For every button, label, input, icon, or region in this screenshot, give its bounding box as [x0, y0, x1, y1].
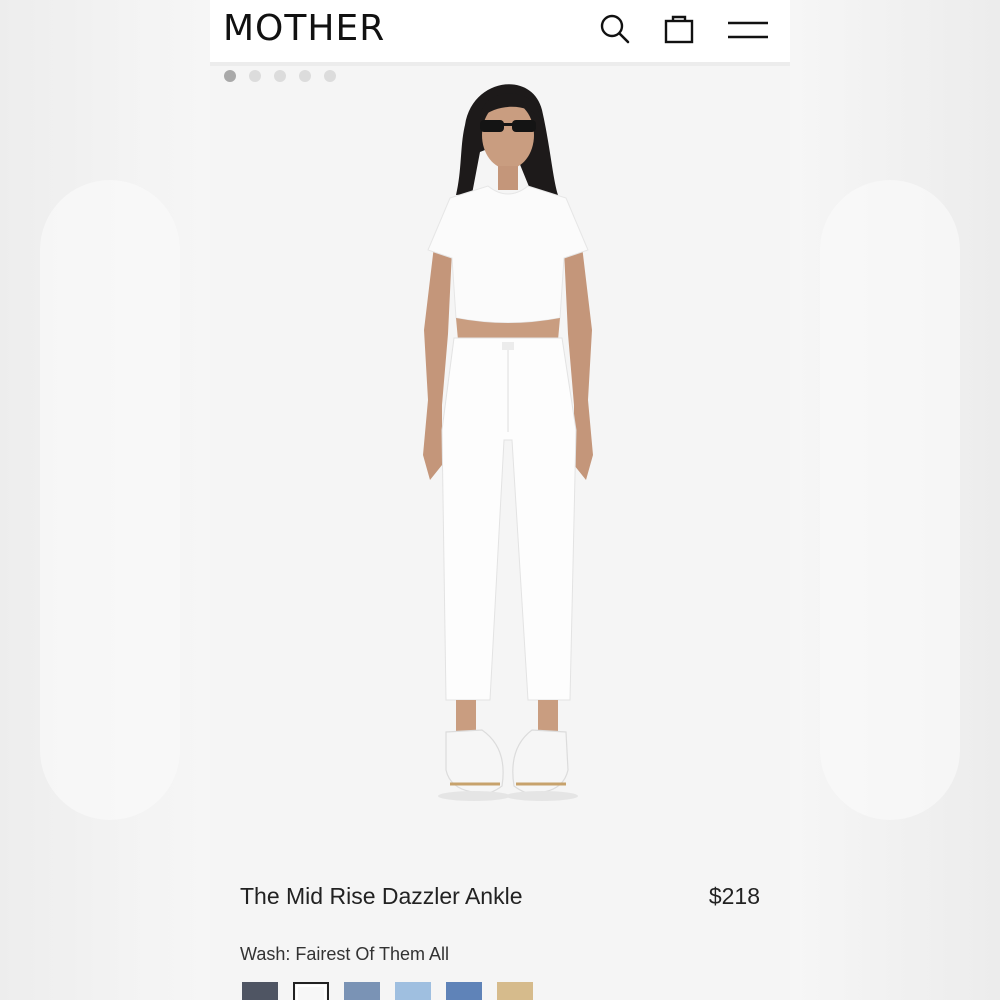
shopping-bag-icon	[664, 15, 694, 44]
product-price: $218	[708, 883, 760, 909]
gallery-dot-2[interactable]	[249, 70, 261, 82]
mobile-page: MOTHER The Mid Rise Dazzler Ankle $218 W…	[210, 0, 790, 1000]
brand-logo[interactable]: MOTHER	[223, 8, 385, 49]
gallery-pagination	[224, 70, 336, 82]
gallery-dot-5[interactable]	[324, 70, 336, 82]
search-icon	[600, 14, 630, 44]
swatch-medium-blue[interactable]	[446, 982, 482, 1000]
product-title-row: The Mid Rise Dazzler Ankle $218	[240, 883, 760, 910]
wash-swatches	[242, 982, 533, 1000]
model-figure	[423, 84, 593, 801]
background-blur-shape-left	[40, 180, 180, 820]
product-title: The Mid Rise Dazzler Ankle	[240, 883, 523, 909]
cart-button[interactable]	[662, 12, 696, 46]
gallery-dot-3[interactable]	[274, 70, 286, 82]
swatch-dark-grey[interactable]	[242, 982, 278, 1000]
gallery-dot-4[interactable]	[299, 70, 311, 82]
swatch-light-blue[interactable]	[395, 982, 431, 1000]
wash-label: Wash: Fairest Of Them All	[240, 944, 450, 964]
product-image[interactable]	[210, 70, 790, 850]
site-header: MOTHER	[210, 0, 790, 66]
hamburger-menu-icon	[728, 21, 768, 39]
search-button[interactable]	[598, 12, 632, 46]
menu-button[interactable]	[726, 12, 770, 46]
background-blur-shape-right	[820, 180, 960, 820]
swatch-tan[interactable]	[497, 982, 533, 1000]
swatch-white[interactable]	[293, 982, 329, 1000]
swatch-mid-blue[interactable]	[344, 982, 380, 1000]
gallery-dot-1[interactable]	[224, 70, 236, 82]
